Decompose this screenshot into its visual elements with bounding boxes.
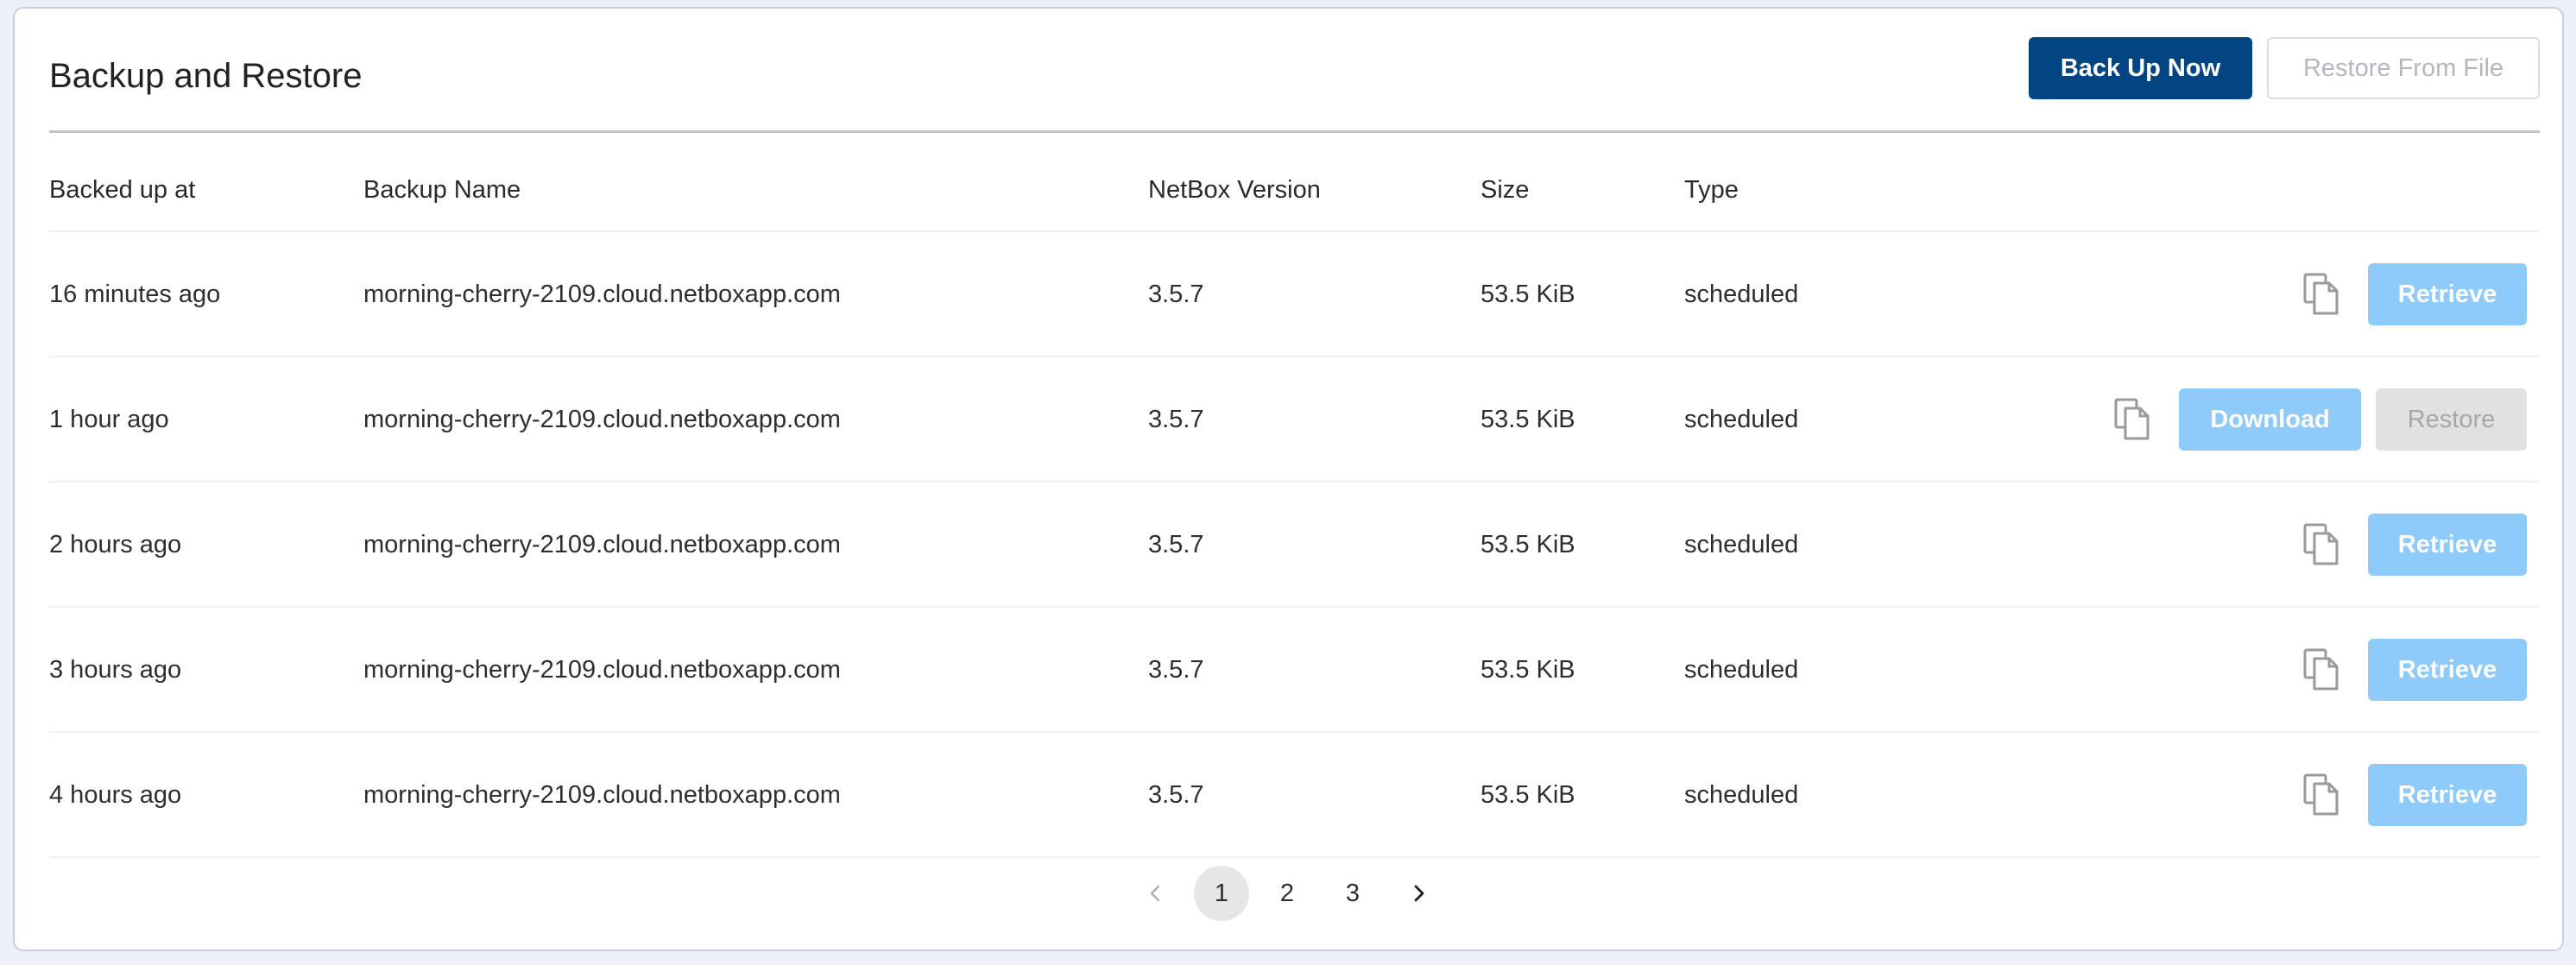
column-header-backup-name: Backup Name: [363, 176, 521, 204]
page-2-button[interactable]: 2: [1260, 866, 1315, 921]
page-3-button[interactable]: 3: [1325, 866, 1380, 921]
column-header-backed-up-at: Backed up at: [49, 176, 196, 204]
backup-name-cell: morning-cherry-2109.cloud.netboxapp.com: [363, 781, 841, 809]
copy-icon[interactable]: [2301, 522, 2341, 567]
row-divider: [49, 606, 2540, 608]
version-cell: 3.5.7: [1148, 406, 1204, 433]
type-cell: scheduled: [1684, 281, 1799, 308]
column-header-type: Type: [1684, 176, 1739, 204]
row-divider: [49, 731, 2540, 733]
column-header-size: Size: [1481, 176, 1530, 204]
size-cell: 53.5 KiB: [1481, 406, 1575, 433]
row-divider: [49, 481, 2540, 482]
version-cell: 3.5.7: [1148, 656, 1204, 684]
chevron-left-icon: [1150, 885, 1160, 902]
retrieve-button[interactable]: Retrieve: [2368, 639, 2527, 701]
version-cell: 3.5.7: [1148, 281, 1204, 308]
copy-icon[interactable]: [2301, 773, 2341, 817]
backup-name-cell: morning-cherry-2109.cloud.netboxapp.com: [363, 281, 841, 308]
version-cell: 3.5.7: [1148, 781, 1204, 809]
restore-button[interactable]: Restore: [2376, 388, 2527, 451]
copy-icon[interactable]: [2301, 272, 2341, 317]
backed-up-at-cell: 2 hours ago: [49, 531, 182, 558]
column-header-netbox-version: NetBox Version: [1148, 176, 1321, 204]
size-cell: 53.5 KiB: [1481, 531, 1575, 558]
retrieve-button[interactable]: Retrieve: [2368, 764, 2527, 826]
page-title: Backup and Restore: [49, 57, 363, 95]
next-page-button[interactable]: [1391, 866, 1446, 921]
backed-up-at-cell: 1 hour ago: [49, 406, 169, 433]
back-up-now-button[interactable]: Back Up Now: [2029, 37, 2252, 99]
backed-up-at-cell: 4 hours ago: [49, 781, 182, 809]
retrieve-button[interactable]: Retrieve: [2368, 263, 2527, 325]
header-divider: [49, 130, 2540, 133]
backup-name-cell: morning-cherry-2109.cloud.netboxapp.com: [363, 656, 841, 684]
size-cell: 53.5 KiB: [1481, 656, 1575, 684]
copy-icon[interactable]: [2112, 397, 2152, 442]
row-divider: [49, 356, 2540, 357]
download-button[interactable]: Download: [2179, 388, 2361, 451]
type-cell: scheduled: [1684, 406, 1799, 433]
type-cell: scheduled: [1684, 531, 1799, 558]
size-cell: 53.5 KiB: [1481, 781, 1575, 809]
retrieve-button[interactable]: Retrieve: [2368, 514, 2527, 576]
chevron-right-icon: [1414, 885, 1424, 902]
backed-up-at-cell: 16 minutes ago: [49, 281, 221, 308]
page-1-button[interactable]: 1: [1194, 866, 1249, 921]
size-cell: 53.5 KiB: [1481, 281, 1575, 308]
backup-restore-card: Backup and Restore Back Up Now Restore F…: [13, 7, 2564, 951]
type-cell: scheduled: [1684, 656, 1799, 684]
type-cell: scheduled: [1684, 781, 1799, 809]
prev-page-button[interactable]: [1128, 866, 1184, 921]
restore-from-file-button[interactable]: Restore From File: [2267, 37, 2540, 99]
copy-icon[interactable]: [2301, 647, 2341, 692]
backup-name-cell: morning-cherry-2109.cloud.netboxapp.com: [363, 406, 841, 433]
backed-up-at-cell: 3 hours ago: [49, 656, 182, 684]
row-divider: [49, 230, 2540, 232]
backup-name-cell: morning-cherry-2109.cloud.netboxapp.com: [363, 531, 841, 558]
row-divider: [49, 856, 2540, 858]
version-cell: 3.5.7: [1148, 531, 1204, 558]
